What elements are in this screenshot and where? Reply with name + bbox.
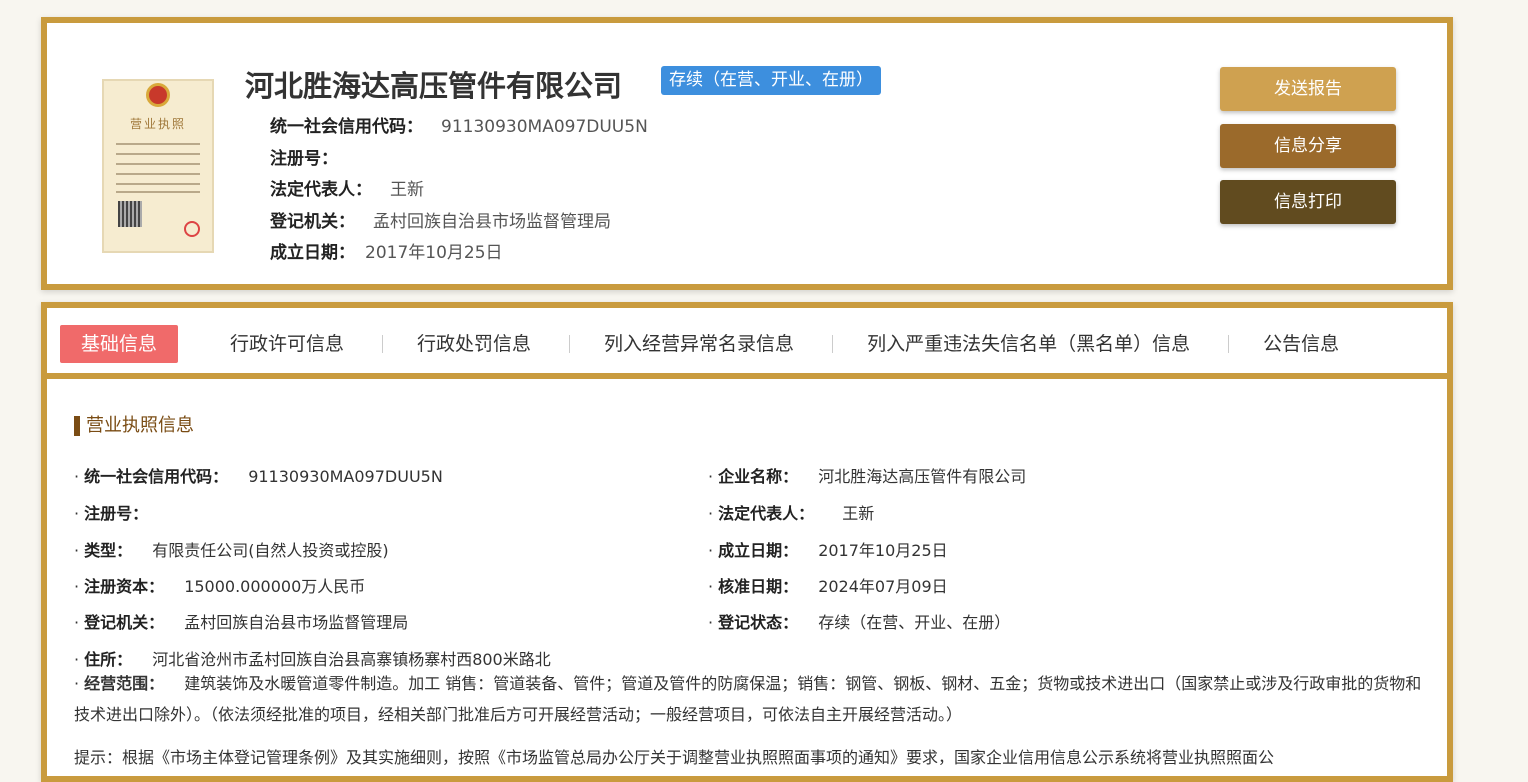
- send-report-button[interactable]: 发送报告: [1220, 67, 1396, 111]
- field-approval-date: · 核准日期： 2024年07月09日: [708, 577, 948, 596]
- field-reg-number: · 注册号：: [74, 504, 149, 523]
- tab-abnormal-list[interactable]: 列入经营异常名录信息: [583, 325, 834, 363]
- info-est-date: 成立日期： 2017年10月25日: [270, 243, 503, 263]
- qr-code-icon: [118, 201, 142, 227]
- company-name: 河北胜海达高压管件有限公司: [245, 69, 623, 103]
- field-type: · 类型： 有限责任公司(自然人投资或控股): [74, 541, 389, 560]
- notice-tip: 提示：根据《市场主体登记管理条例》及其实施细则，按照《市场监管总局办公厅关于调整…: [74, 748, 1275, 767]
- info-credit-code: 统一社会信用代码： 91130930MA097DUU5N: [270, 117, 648, 137]
- field-address: · 住所： 河北省沧州市孟村回族自治县高寨镇杨寨村西800米路北: [74, 650, 551, 669]
- print-info-button[interactable]: 信息打印: [1220, 180, 1396, 224]
- seal-icon: [184, 221, 200, 237]
- business-license-image[interactable]: 营业执照: [102, 79, 214, 253]
- field-business-scope: · 经营范围： 建筑装饰及水暖管道零件制造。加工 销售：管道装备、管件；管道及管件…: [74, 674, 1422, 724]
- field-legal-rep: · 法定代表人： 王新: [708, 504, 875, 523]
- info-reg-authority: 登记机关： 孟村回族自治县市场监督管理局: [270, 212, 611, 232]
- field-est-date: · 成立日期： 2017年10月25日: [708, 541, 948, 560]
- info-reg-number: 注册号：: [270, 149, 338, 169]
- info-legal-rep: 法定代表人： 王新: [270, 180, 424, 200]
- license-image-title: 营业执照: [129, 117, 186, 131]
- field-reg-authority: · 登记机关： 孟村回族自治县市场监督管理局: [74, 613, 409, 632]
- tab-blacklist[interactable]: 列入严重违法失信名单（黑名单）信息: [846, 325, 1230, 363]
- tab-admin-penalty[interactable]: 行政处罚信息: [396, 325, 571, 363]
- details-card: 基础信息 行政许可信息 行政处罚信息 列入经营异常名录信息 列入严重违法失信名单…: [41, 302, 1453, 782]
- tab-bar: 基础信息 行政许可信息 行政处罚信息 列入经营异常名录信息 列入严重违法失信名单…: [47, 314, 1447, 379]
- field-reg-status: · 登记状态： 存续（在营、开业、在册）: [708, 613, 1011, 632]
- share-info-button[interactable]: 信息分享: [1220, 124, 1396, 168]
- section-title: 营业执照信息: [74, 416, 194, 436]
- field-company-name: · 企业名称： 河北胜海达高压管件有限公司: [708, 467, 1027, 486]
- company-summary-card: 营业执照 河北胜海达高压管件有限公司 存续（在营、开业、在册） 统一社会信用代码…: [41, 17, 1453, 290]
- field-credit-code: · 统一社会信用代码： 91130930MA097DUU5N: [74, 467, 443, 486]
- field-capital: · 注册资本： 15000.000000万人民币: [74, 577, 366, 596]
- tab-admin-license[interactable]: 行政许可信息: [209, 325, 384, 363]
- tab-basic-info[interactable]: 基础信息: [60, 324, 179, 363]
- status-badge: 存续（在营、开业、在册）: [661, 66, 881, 95]
- tab-announcements[interactable]: 公告信息: [1242, 325, 1360, 363]
- national-emblem-icon: [146, 83, 170, 107]
